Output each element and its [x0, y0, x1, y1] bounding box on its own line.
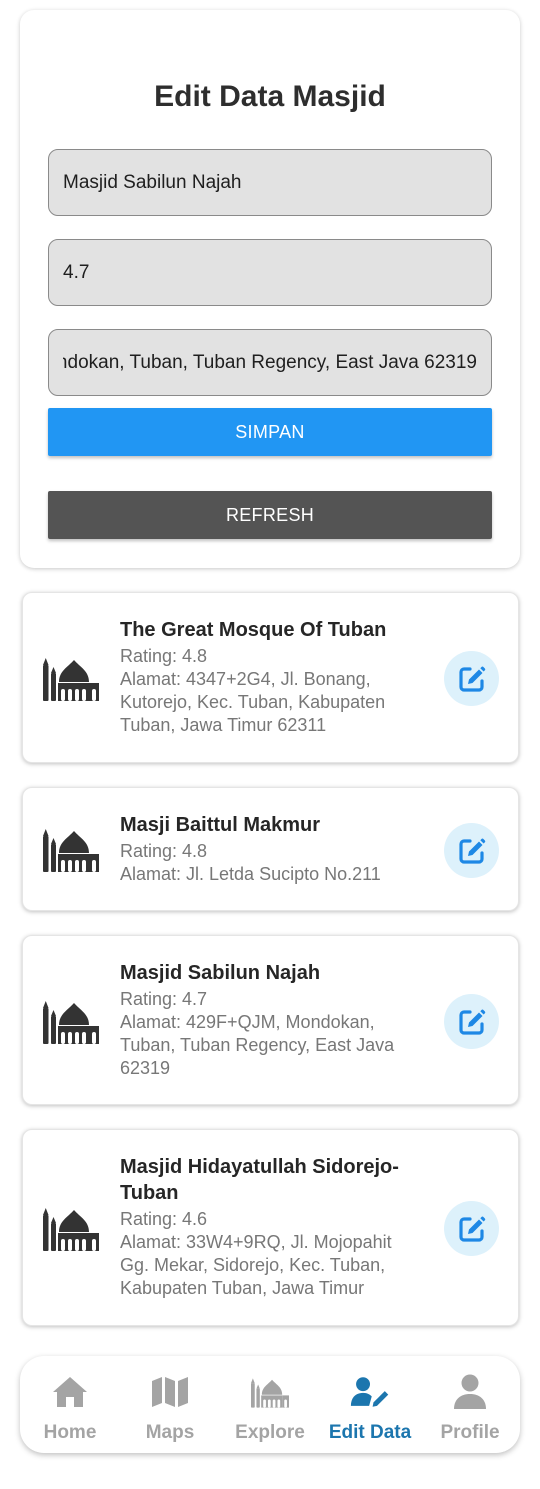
edit-button[interactable] [444, 651, 499, 706]
mosque-rating: Rating: 4.8 [120, 646, 208, 666]
user-edit-icon [350, 1373, 390, 1411]
home-icon [50, 1373, 90, 1411]
mosque-info: Masji Baittul Makmur Rating: 4.8 Alamat:… [120, 812, 420, 886]
refresh-button[interactable]: REFRESH [48, 491, 492, 539]
page-title: Edit Data Masjid [154, 80, 386, 113]
mosque-address: Alamat: Jl. Letda Sucipto No.211 [120, 864, 381, 884]
map-icon [150, 1373, 190, 1411]
mosque-info: Masjid Hidayatullah Sidorejo-Tuban Ratin… [120, 1154, 420, 1300]
mosque-name: Masjid Hidayatullah Sidorejo-Tuban [120, 1156, 399, 1204]
rating-field[interactable] [48, 239, 492, 306]
mosque-info: The Great Mosque Of Tuban Rating: 4.8 Al… [120, 617, 420, 737]
mosque-card: Masjid Hidayatullah Sidorejo-Tuban Ratin… [22, 1129, 519, 1326]
nav-item-home[interactable]: Home [20, 1356, 120, 1453]
bottom-navigation: Home Maps Explore Edit Data Profile [20, 1356, 520, 1453]
edit-form-card: Edit Data Masjid SIMPAN REFRESH [20, 10, 520, 568]
mosque-card: The Great Mosque Of Tuban Rating: 4.8 Al… [22, 592, 519, 763]
edit-icon [458, 837, 486, 865]
mosque-rating: Rating: 4.8 [120, 841, 208, 861]
nav-label: Home [43, 1422, 97, 1443]
mosque-icon [43, 1205, 99, 1251]
mosque-rating: Rating: 4.6 [120, 1209, 208, 1229]
edit-button[interactable] [444, 823, 499, 878]
screen: Edit Data Masjid SIMPAN REFRESH The Grea… [0, 0, 540, 1489]
mosque-address: Alamat: 429F+QJM, Mondokan, Tuban, Tuban… [120, 1012, 395, 1078]
edit-icon [458, 1008, 486, 1036]
user-icon [450, 1373, 490, 1411]
edit-button[interactable] [444, 1201, 499, 1256]
mosque-card: Masjid Sabilun Najah Rating: 4.7 Alamat:… [22, 935, 519, 1105]
mosque-name: The Great Mosque Of Tuban [120, 619, 387, 641]
nav-item-maps[interactable]: Maps [120, 1356, 220, 1453]
mosque-name: Masjid Sabilun Najah [120, 962, 321, 984]
nav-label: Profile [440, 1422, 500, 1443]
nav-label: Maps [145, 1422, 195, 1443]
mosque-address: Alamat: 4347+2G4, Jl. Bonang, Kutorejo, … [120, 669, 386, 735]
nav-item-profile[interactable]: Profile [420, 1356, 520, 1453]
edit-icon [458, 1215, 486, 1243]
mosque-icon [43, 655, 99, 701]
mosque-name-field[interactable] [48, 149, 492, 216]
nav-item-edit-data[interactable]: Edit Data [320, 1356, 420, 1453]
edit-icon [458, 665, 486, 693]
nav-item-explore[interactable]: Explore [220, 1356, 320, 1453]
mosque-rating: Rating: 4.7 [120, 989, 208, 1009]
mosque-icon [43, 826, 99, 872]
mosque-icon [43, 998, 99, 1044]
mosque-name: Masji Baittul Makmur [120, 814, 321, 836]
nav-label: Explore [235, 1422, 305, 1443]
mosque-icon [250, 1373, 290, 1411]
mosque-info: Masjid Sabilun Najah Rating: 4.7 Alamat:… [120, 960, 420, 1080]
mosque-card: Masji Baittul Makmur Rating: 4.8 Alamat:… [22, 787, 519, 911]
mosque-address: Alamat: 33W4+9RQ, Jl. Mojopahit Gg. Meka… [120, 1232, 392, 1298]
nav-label: Edit Data [328, 1422, 412, 1443]
edit-button[interactable] [444, 994, 499, 1049]
save-button[interactable]: SIMPAN [48, 408, 492, 456]
address-field[interactable] [48, 329, 492, 396]
